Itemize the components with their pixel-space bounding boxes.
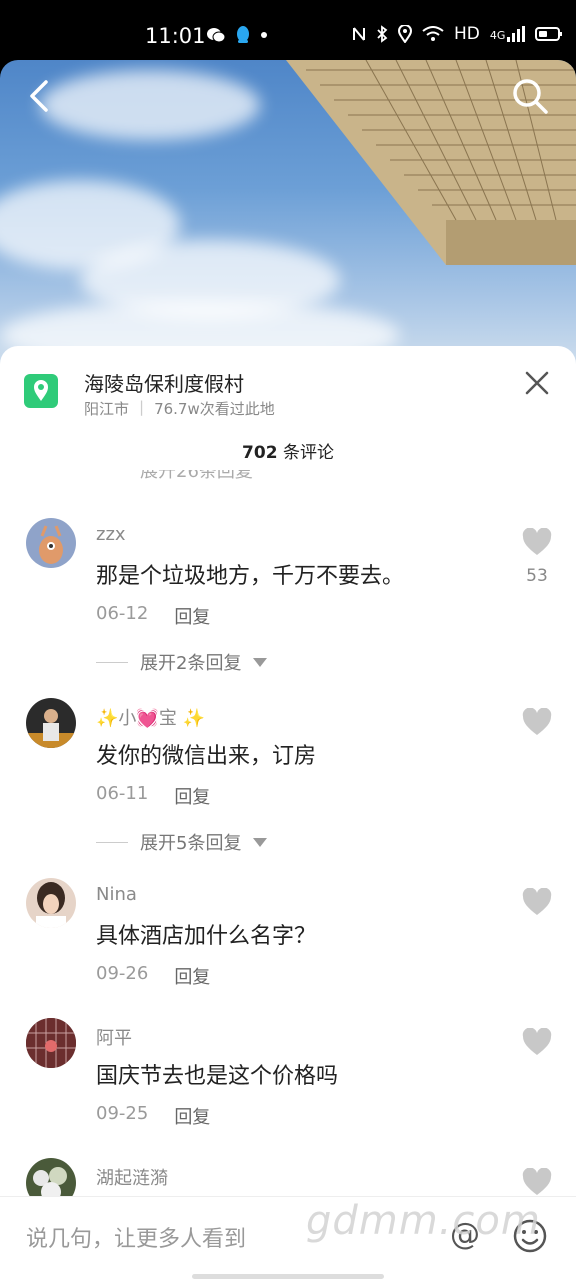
comment-item: Nina 具体酒店加什么名字？ 09-26 回复 — [0, 866, 576, 1006]
expand-replies-label: 展开2条回复 — [140, 653, 242, 674]
expand-replies-button[interactable]: 展开2条回复 — [96, 649, 268, 675]
avatar[interactable] — [26, 1018, 76, 1068]
comment-username[interactable]: 湖起涟漪 — [96, 1164, 168, 1190]
comment-date: 09-25 — [96, 1103, 149, 1124]
comment-item: ✨小💓宝 ✨ 发你的微信出来，订房 06-11 回复 展开5条回复 — [0, 686, 576, 866]
comment-text: 具体酒店加什么名字？ — [96, 924, 317, 949]
heart-icon[interactable] — [522, 888, 552, 916]
reply-button[interactable]: 回复 — [174, 783, 210, 809]
close-icon[interactable] — [524, 370, 550, 396]
comment-count-suffix: 条评论 — [282, 443, 334, 463]
location-header[interactable]: 海陵岛保利度假村 阳江市 | 76.7w次看过此地 — [0, 346, 576, 426]
qq-icon — [237, 26, 249, 43]
reply-button[interactable]: 回复 — [174, 603, 210, 629]
comment-username[interactable]: 阿平 — [96, 1024, 132, 1050]
divider — [96, 661, 128, 663]
heart-icon[interactable] — [522, 1028, 552, 1056]
reply-button[interactable]: 回复 — [174, 963, 210, 989]
comment-text: 国庆节去也是这个价格吗 — [96, 1064, 339, 1089]
heart-icon[interactable] — [522, 528, 552, 556]
hd-label: HD — [454, 24, 480, 44]
comment-item: zzx 那是个垃圾地方，千万不要去。 06-12 回复 展开2条回复 53 — [0, 506, 576, 686]
comment-count: 702 — [242, 443, 278, 463]
comment-list: zzx 那是个垃圾地方，千万不要去。 06-12 回复 展开2条回复 53 ✨小… — [0, 506, 576, 1208]
comment-item: 阿平 国庆节去也是这个价格吗 09-25 回复 — [0, 1006, 576, 1146]
divider: | — [139, 398, 145, 416]
location-city: 阳江市 — [84, 400, 130, 418]
chevron-down-icon — [253, 657, 268, 667]
wifi-icon — [422, 26, 444, 41]
chevron-down-icon — [253, 837, 268, 847]
nfc-icon — [353, 27, 365, 41]
comment-text: 那是个垃圾地方，千万不要去。 — [96, 564, 405, 589]
battery-icon — [535, 27, 563, 41]
comment-sheet: 海陵岛保利度假村 阳江市 | 76.7w次看过此地 702 条评论 展开26条回… — [0, 346, 576, 1280]
comment-count-title: 702 条评论 — [0, 438, 576, 463]
back-arrow-icon[interactable] — [22, 78, 58, 114]
comment-username[interactable]: Nina — [96, 884, 137, 905]
like-count: 53 — [526, 566, 548, 586]
expand-replies-label: 展开5条回复 — [140, 833, 242, 854]
comment-username[interactable]: ✨小💓宝 ✨ — [96, 704, 205, 730]
reply-button[interactable]: 回复 — [174, 1103, 210, 1129]
truncated-expand-replies[interactable]: 展开26条回复 — [140, 470, 253, 482]
location-subtitle: 阳江市 | 76.7w次看过此地 — [84, 398, 275, 419]
comment-text: 发你的微信出来，订房 — [96, 744, 317, 769]
heart-icon[interactable] — [522, 1168, 552, 1196]
location-title: 海陵岛保利度假村 — [84, 372, 244, 396]
bluetooth-icon — [377, 25, 388, 43]
status-time: 11:01 — [145, 24, 206, 48]
location-visits: 76.7w次看过此地 — [154, 400, 275, 418]
comment-date: 06-12 — [96, 603, 149, 624]
wechat-icon — [207, 28, 226, 43]
avatar[interactable] — [26, 878, 76, 928]
divider — [96, 841, 128, 843]
home-indicator[interactable] — [192, 1274, 384, 1279]
search-icon[interactable] — [510, 76, 550, 116]
comment-date: 09-26 — [96, 963, 149, 984]
expand-replies-button[interactable]: 展开5条回复 — [96, 829, 268, 855]
location-cover-image — [0, 60, 576, 380]
avatar[interactable] — [26, 518, 76, 568]
location-pin-icon — [398, 25, 412, 43]
network-label: 4G — [489, 29, 506, 42]
comment-username[interactable]: zzx — [96, 524, 126, 545]
watermark: gdmm.com — [306, 1198, 541, 1244]
signal-icon — [507, 26, 526, 42]
heart-icon[interactable] — [522, 708, 552, 736]
location-marker-icon — [24, 374, 58, 408]
notification-dot-icon — [261, 32, 267, 38]
avatar[interactable] — [26, 698, 76, 748]
comment-date: 06-11 — [96, 783, 149, 804]
